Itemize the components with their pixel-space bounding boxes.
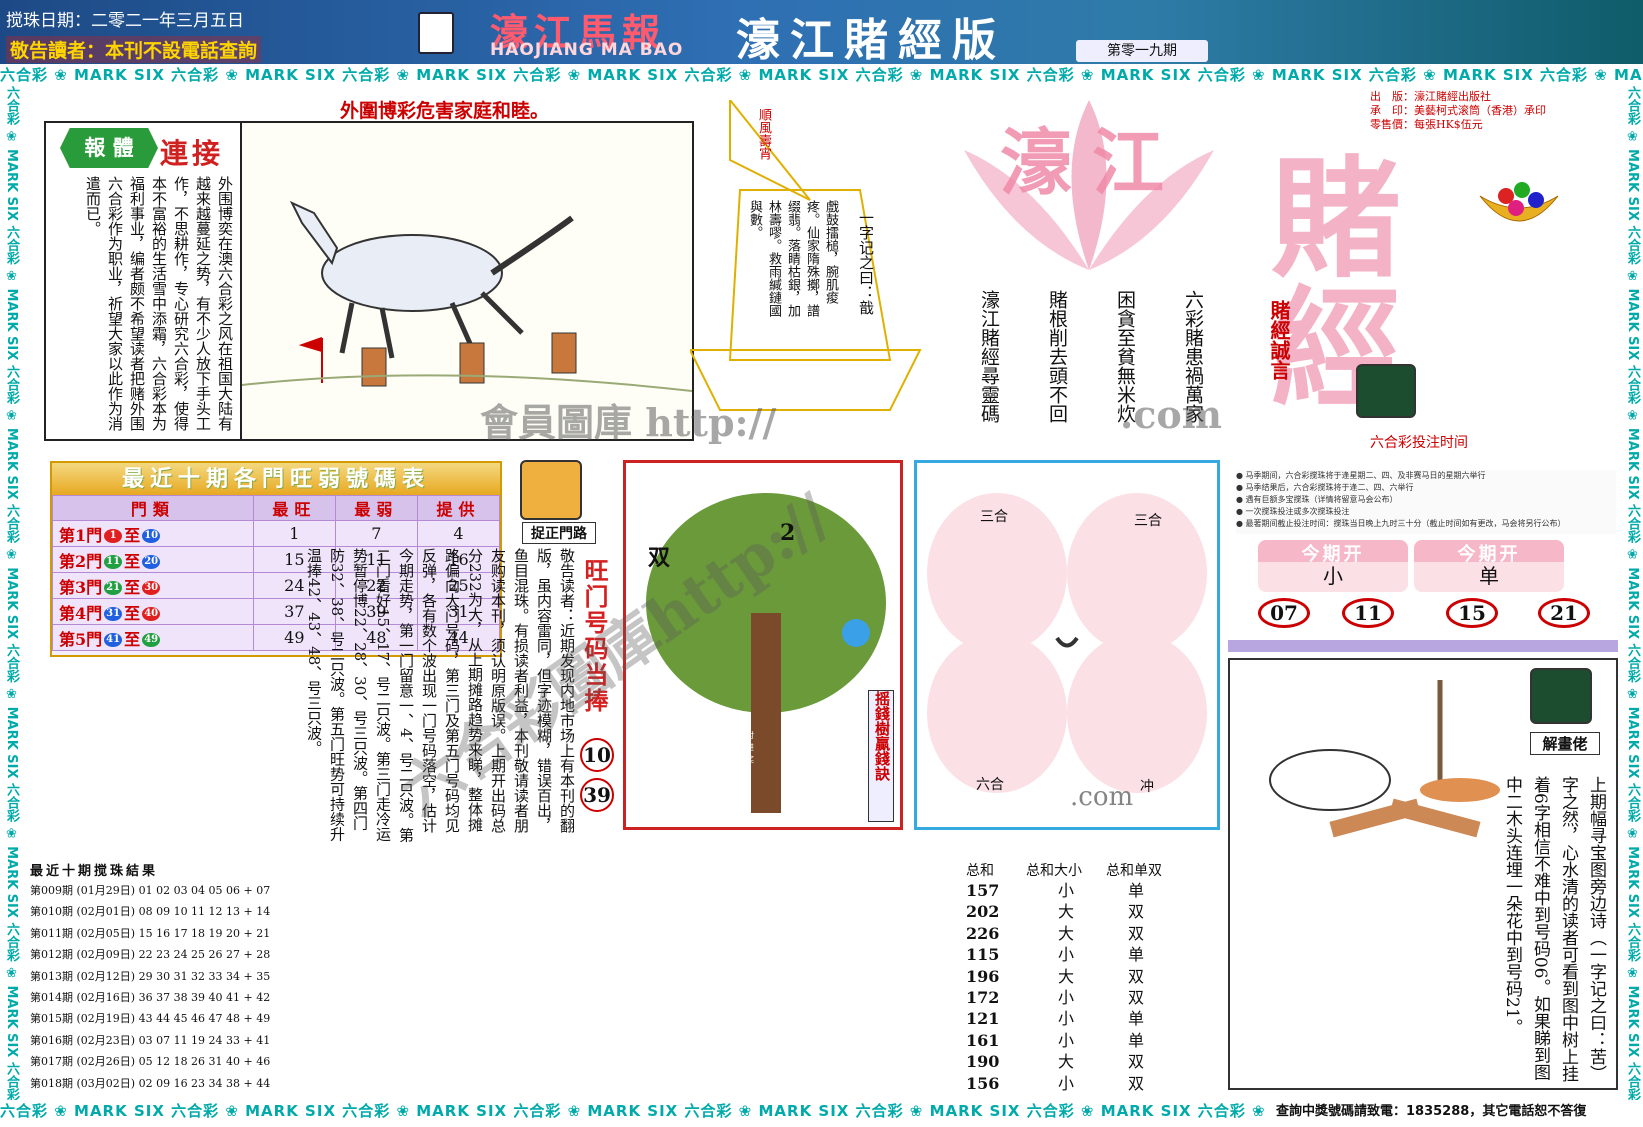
col-header: 最旺 (252, 495, 336, 521)
result-tab-value: 单 (1479, 564, 1499, 588)
hot-number: 39 (580, 778, 614, 812)
table-title: 最近十期各門旺弱號碼表 (52, 463, 500, 495)
history-rows: 第009期 (01月29日) 01 02 03 04 05 06 + 07 第0… (30, 880, 965, 1094)
col-header: 門類 (52, 495, 254, 521)
article-text: 外围博奕在澳六合彩之风在祖国大陆有越来越蔓延之势，有不少人放下手头工作，不思耕作… (84, 176, 234, 431)
bet-time-title: 六合彩投注时间 (1370, 435, 1468, 451)
history-row: 第017期 (02月26日) 05 12 18 26 31 40 + 46 (30, 1055, 271, 1069)
bet-time-guide: ● 马季期间，六合彩搅珠将于逢星期二、四、及非赛马日的星期六举行 ● 马季结果后… (1236, 470, 1616, 534)
result-tab-odd: 今期开 单 (1414, 540, 1564, 592)
history-row: 第018期 (03月02日) 02 09 16 23 34 38 + 44 (30, 1076, 271, 1090)
publisher-info: 出 版：濠江賭經出版社 承 印：美藝柯式滚筒（香港）承印 零售價：每張HK$伍元 (1240, 90, 1620, 134)
zodiac-br: 冲 (1140, 779, 1154, 795)
cartoon-explanation: 上期幅寻宝图旁边诗（一字记之曰：苦）字之然，心水清的读者可看到图中树上挂着6字相… (1502, 776, 1606, 1082)
sum-row: 190 大双 (966, 1052, 1144, 1072)
history-row: 第011期 (02月05日) 15 16 17 18 19 20 + 21 (30, 926, 271, 940)
col-odd-header: 总和单双 (1106, 863, 1162, 879)
history-row: 第012期 (02月09日) 22 23 24 25 26 27 + 28 (30, 948, 271, 962)
result-tab-head: 今期开 (1414, 540, 1564, 565)
zodiac-tr: 三合 (1134, 513, 1162, 529)
col-header: 最弱 (334, 495, 418, 521)
sum-row: 226 大双 (966, 923, 1144, 943)
sum-row: 115 小单 (966, 945, 1144, 965)
left-mark-six-strip: 六合彩 ❀ MARK SIX 六合彩 ❀ MARK SIX 六合彩 ❀ MARK… (0, 86, 22, 1100)
book-icon (418, 12, 454, 54)
history-sums: 总和 总和大小 总和单双 157 小单 202 大双 226 大双 115 小单 196 大双… (966, 860, 1166, 1094)
edition-title: 濠江賭經版 (736, 15, 1006, 66)
history-row: 第016期 (02月23日) 03 07 11 19 24 33 + 41 (30, 1033, 271, 1047)
phone-notice: 敬告讀者：本刊不設電話查詢 (6, 36, 262, 63)
price: 零售價：每張HK$伍元 (1370, 118, 1483, 131)
issue-number: 第零一九期 (1076, 40, 1208, 62)
result-number: 07 (1258, 598, 1310, 628)
guide-line: ● 马季结果后，六合彩搅珠将于逢二、四、六举行 (1236, 483, 1414, 492)
hand-icon (1356, 364, 1416, 418)
history-row: 第015期 (02月19日) 43 44 45 46 47 48 + 49 (30, 1012, 271, 1026)
history-row: 第009期 (01月29日) 01 02 03 04 05 06 + 07 (30, 884, 271, 897)
result-number: 21 (1538, 598, 1590, 628)
result-tab-value: 小 (1323, 564, 1343, 588)
zodiac-footer: .com (1070, 782, 1134, 812)
history-row: 第010期 (02月01日) 08 09 10 11 12 13 + 14 (30, 905, 271, 919)
sum-row: 202 大双 (966, 902, 1144, 922)
article-badge: 報 體 (60, 128, 158, 168)
paper-logo-sub: HAOJIANG MA BAO (490, 40, 684, 60)
tree-note: 迎新年，巧蒙吉利新老读者对本刊的支持与厚爱。祝钱财进账为一肖，一尾，一双，中奖率… (650, 731, 754, 776)
ingot-balls-icon (1479, 182, 1559, 222)
boat-poem: 戲鼓擂槌，腕肌痠疼。仙家隋殊擲，譜缀翡。落睛枯銀，加林壽嘐。救雨緘鏈國與數。 (747, 200, 838, 317)
slogan-4: 濠江賭經尋靈碼 (978, 290, 1000, 423)
printer: 承 印：美藝柯式滚筒（香港）承印 (1370, 104, 1546, 117)
sum-row: 157 小单 (966, 881, 1144, 900)
slogan-3: 賭根削去頭不回 (1046, 290, 1068, 423)
publisher: 出 版：濠江賭經出版社 (1370, 90, 1491, 103)
result-tab-size: 今期开 小 (1258, 540, 1408, 592)
gate-label: 捉正門路 (522, 522, 596, 544)
cartoon-label: 解畫佬 (1530, 732, 1600, 755)
number-ball: 10 (142, 529, 161, 543)
number-ball: 1 (104, 529, 123, 543)
sum-row: 156 小双 (966, 1073, 1144, 1093)
history-row: 第013期 (02月12日) 29 30 31 32 33 34 + 35 (30, 969, 271, 983)
guide-line: ● 马季期间，六合彩搅珠将于逢星期二、四、及非赛马日的星期六举行 (1236, 471, 1486, 480)
watermark-2: .com (1120, 392, 1222, 437)
zodiac-bl: 六合 (976, 777, 1004, 793)
col-sum-header: 总和 (966, 863, 994, 879)
sum-row: 121 小单 (966, 1009, 1144, 1029)
bottom-mark-six-strip: 六合彩 ❀ MARK SIX 六合彩 ❀ MARK SIX 六合彩 ❀ MARK… (0, 1100, 1270, 1122)
headline: 外圍博彩危害家庭和睦。 (340, 100, 550, 122)
col-size-header: 总和大小 (1026, 863, 1082, 879)
boat-poem-title: 一字记之曰：戠 (857, 210, 875, 315)
hot-number: 10 (580, 738, 614, 772)
zodiac-tl: 三合 (980, 509, 1008, 525)
guide-line: ● 一次搅珠投注或多次搅珠投注 (1236, 507, 1350, 516)
gambling-advice: 賭經誠言 (1267, 300, 1291, 380)
zodiac-petals (927, 493, 1207, 793)
money-tree-caption: 摇錢樹贏錢訣 (868, 690, 894, 822)
guide-line: ● 最著期间截止投注时间：搅珠当日晚上九时三十分（截止时间如有更改，马会将另行公… (1236, 519, 1566, 528)
right-mark-six-strip: 六合彩 ❀ MARK SIX 六合彩 ❀ MARK SIX 六合彩 ❀ MARK… (1621, 86, 1643, 1100)
result-number: 11 (1342, 598, 1394, 628)
gate-hand-icon (520, 460, 582, 520)
result-tab-head: 今期开 (1258, 540, 1408, 565)
history-title: 最近十期搅珠結果 (30, 864, 159, 879)
footer-hotline: 查詢中獎號碼請致電：1835288，其它電話恕不答復 (1276, 1104, 1587, 1119)
article-badge-title: 連接 (160, 137, 225, 170)
divider-bar (1228, 640, 1618, 652)
top-mark-six-strip: 六合彩 ❀ MARK SIX 六合彩 ❀ MARK SIX 六合彩 ❀ MARK… (0, 64, 1643, 86)
sum-row: 161 小单 (966, 1030, 1144, 1050)
boat-flag: 順風壽宵 (756, 108, 771, 160)
watermark-1: 會員圖庫 http:// (480, 400, 777, 445)
big-title-1: 濠江 (1000, 120, 1185, 205)
sum-row: 172 小双 (966, 987, 1144, 1007)
history-title-bar: 最近十期搅珠結果 (30, 860, 965, 880)
draw-date: 搅珠日期：二零二一年三月五日 (6, 11, 244, 31)
zodiac-box (914, 460, 1220, 830)
sum-row: 196 大双 (966, 966, 1144, 986)
col-header: 提供 (416, 495, 501, 521)
result-number: 15 (1446, 598, 1498, 628)
guide-line: ● 遇有巨额多宝搅珠（详情将留意马会公布） (1236, 495, 1398, 504)
hand-icon (1530, 668, 1592, 724)
history-row: 第014期 (02月16日) 36 37 38 39 40 41 + 42 (30, 990, 271, 1004)
table-row: 第1門 1 至 10 174 (52, 520, 501, 547)
